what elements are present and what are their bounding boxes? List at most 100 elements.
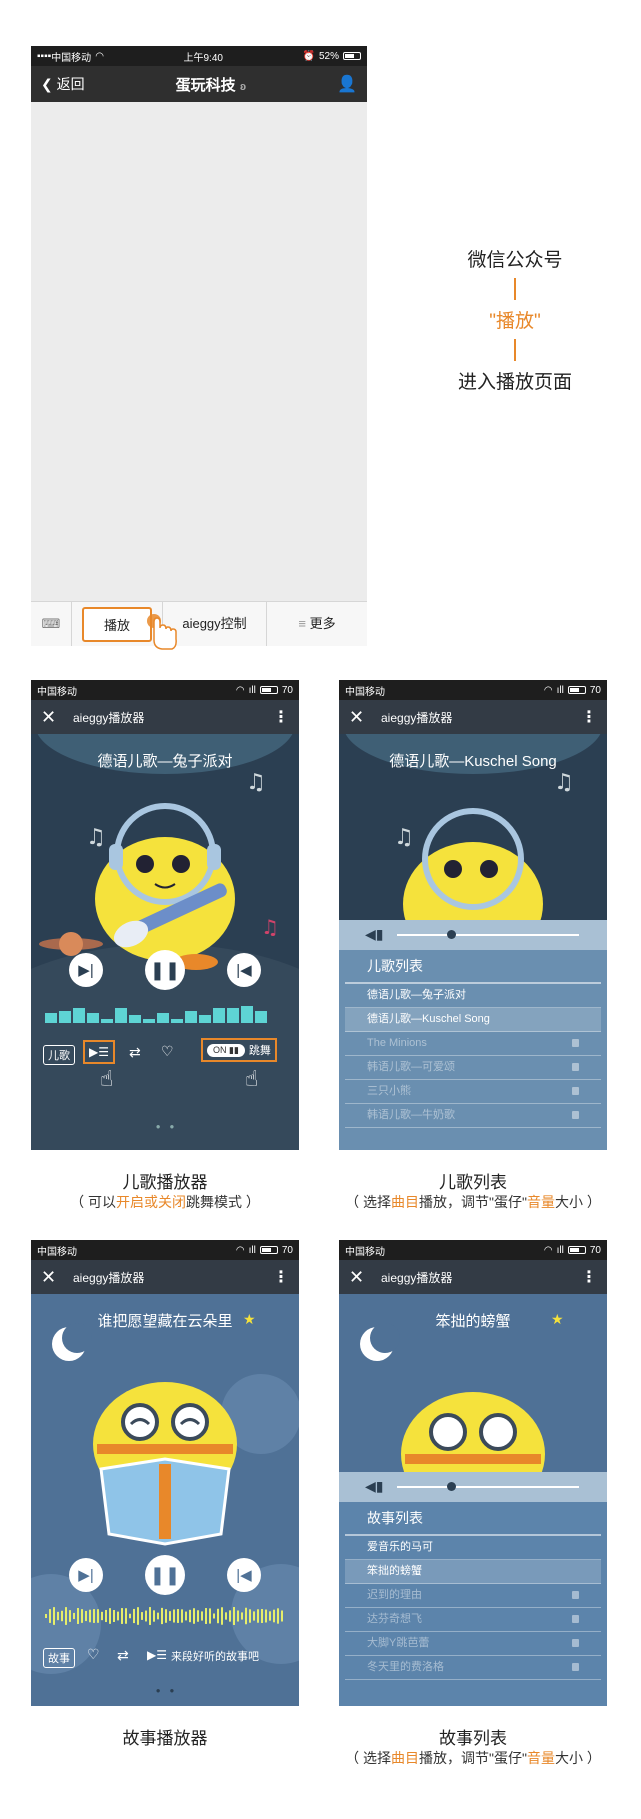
dance-toggle[interactable]: ON ▮▮ 跳舞 — [201, 1038, 277, 1062]
wave-bar — [217, 1608, 219, 1624]
repeat-icon[interactable]: ⇄ — [117, 1647, 129, 1664]
list-item[interactable]: The Minions — [345, 1032, 601, 1056]
tap-hand-icon: ☝ — [245, 1066, 259, 1091]
list-item-label: 迟到的理由 — [367, 1589, 422, 1601]
sub-part: （ 选择 — [345, 1750, 392, 1766]
song-title: 德语儿歌—兔子派对 — [97, 753, 233, 770]
wechat-screen: ▪▪▪▪ 中国移动 ◠ 上午9:40 ⏰ 52% ❮ 返回 蛋玩科技 ʚ 👤 ⌨… — [31, 46, 367, 646]
wave-bar — [73, 1612, 75, 1620]
volume-slider[interactable] — [447, 1482, 456, 1491]
close-icon[interactable]: ✕ — [41, 707, 65, 728]
carrier-label: 中国移动 — [37, 686, 77, 698]
status-bar: 中国移动 ◠ ıll 70 — [31, 1240, 299, 1260]
wave-bar — [281, 1610, 283, 1622]
alarm-icon: ⏰ — [302, 50, 315, 62]
sub-part: （ 选择 — [345, 1194, 392, 1210]
more-options-icon[interactable]: ⋮ — [581, 1267, 597, 1287]
playlist-button[interactable]: ▶☰ — [147, 1646, 167, 1664]
story-player-screen: 中国移动 ◠ ıll 70 ✕ aieggy播放器 ⋮ ★ 谁把愿望藏在云朵里 ▶|… — [31, 1240, 299, 1706]
list-item[interactable]: 爱音乐的马可 — [345, 1536, 601, 1560]
speaker-icon: ◀▮ — [365, 1478, 384, 1494]
mode-badge[interactable]: 故事 — [43, 1648, 75, 1668]
wave-bar — [125, 1608, 127, 1624]
list-item[interactable]: 韩语儿歌—牛奶歌 — [345, 1104, 601, 1128]
mode-badge[interactable]: 儿歌 — [43, 1045, 75, 1065]
wave-bar — [69, 1610, 71, 1622]
signal-icon: ıll — [556, 684, 564, 696]
wave-bar — [81, 1609, 83, 1623]
story-list: 故事列表 爱音乐的马可 笨拙的螃蟹 迟到的理由 达芬奇想飞 大脚Y跳芭蕾 冬天里的费洛格 — [339, 1502, 607, 1706]
volume-track[interactable] — [397, 1486, 579, 1488]
menu-more-button[interactable]: ≡ 更多 — [267, 602, 367, 646]
volume-bar[interactable]: ◀▮ — [339, 1472, 607, 1502]
wave-bar — [161, 1607, 163, 1625]
list-item[interactable]: 达芬奇想飞 — [345, 1608, 601, 1632]
list-item[interactable]: 三只小熊 — [345, 1080, 601, 1104]
song-title: 德语儿歌—Kuschel Song — [389, 753, 557, 770]
list-item[interactable]: 笨拙的螃蟹 — [345, 1560, 601, 1584]
list-item[interactable]: 迟到的理由 — [345, 1584, 601, 1608]
dance-label: 跳舞 — [248, 1045, 271, 1057]
annotation-entry: 微信公众号 "播放" 进入播放页面 — [430, 245, 600, 394]
svg-text:♫: ♫ — [86, 825, 106, 850]
kids-list-screen: 中国移动 ◠ ıll 70 ✕ aieggy播放器 ⋮ ♫ ♫ 德语儿歌—Kusch… — [339, 680, 607, 1150]
wave-bar — [149, 1607, 151, 1625]
list-item[interactable]: 德语儿歌—兔子派对 — [345, 984, 601, 1008]
account-title: 蛋玩科技 ʚ — [85, 74, 337, 95]
back-button[interactable]: ❮ 返回 — [41, 74, 85, 94]
wave-bar — [165, 1609, 167, 1623]
list-item[interactable]: 大脚Y跳芭蕾 — [345, 1632, 601, 1656]
volume-track[interactable] — [397, 934, 579, 936]
heart-icon[interactable]: ♡ — [87, 1646, 100, 1663]
list-item[interactable]: 韩语儿歌—可爱颂 — [345, 1056, 601, 1080]
volume-slider[interactable] — [447, 930, 456, 939]
profile-icon[interactable]: 👤 — [337, 74, 357, 94]
signal-icon: ıll — [248, 1244, 256, 1256]
lock-icon — [572, 1615, 579, 1623]
playlist-button[interactable]: ▶☰ — [83, 1040, 115, 1064]
kids-player-caption: 儿歌播放器 — [122, 1173, 208, 1192]
player-navbar: ✕ aieggy播放器 ⋮ — [339, 700, 607, 734]
heart-icon[interactable]: ♡ — [161, 1043, 174, 1060]
battery-percent: 52% — [318, 50, 339, 62]
pause-button[interactable]: ❚❚ — [145, 950, 185, 990]
next-track-button[interactable]: ▶| — [69, 953, 103, 987]
waveform — [45, 1604, 285, 1628]
volume-bar[interactable]: ◀▮ — [339, 920, 607, 950]
wave-bar — [197, 1610, 199, 1622]
wave-bar — [101, 1611, 103, 1621]
close-icon[interactable]: ✕ — [41, 1267, 65, 1288]
more-options-icon[interactable]: ⋮ — [581, 707, 597, 727]
battery-level: 70 — [281, 1244, 293, 1256]
wave-bar — [93, 1609, 95, 1623]
status-bar: 中国移动 ◠ ıll 70 — [339, 1240, 607, 1260]
wave-bar — [137, 1607, 139, 1625]
chat-area — [31, 102, 367, 602]
close-icon[interactable]: ✕ — [349, 707, 373, 728]
dance-switch[interactable]: ON ▮▮ — [207, 1043, 245, 1057]
status-time: 上午9:40 — [183, 52, 223, 64]
player-title: aieggy播放器 — [381, 710, 453, 725]
list-item[interactable]: 冬天里的费洛格 — [345, 1656, 601, 1680]
prev-track-button[interactable]: |◀ — [227, 953, 261, 987]
more-options-icon[interactable]: ⋮ — [273, 1267, 289, 1287]
close-icon[interactable]: ✕ — [349, 1267, 373, 1288]
more-options-icon[interactable]: ⋮ — [273, 707, 289, 727]
wave-bar — [201, 1611, 203, 1621]
keyboard-icon[interactable]: ⌨ — [31, 602, 72, 646]
repeat-icon[interactable]: ⇄ — [129, 1044, 141, 1061]
wave-bar — [117, 1611, 119, 1621]
wave-bar — [53, 1607, 55, 1625]
prev-track-button[interactable]: |◀ — [227, 1558, 261, 1592]
list-item-label: 三只小熊 — [367, 1085, 411, 1097]
lock-icon — [572, 1087, 579, 1095]
wave-bar — [269, 1611, 271, 1621]
pause-button[interactable]: ❚❚ — [145, 1555, 185, 1595]
player-navbar: ✕ aieggy播放器 ⋮ — [339, 1260, 607, 1294]
next-track-button[interactable]: ▶| — [69, 1558, 103, 1592]
list-item[interactable]: 德语儿歌—Kuschel Song — [345, 1008, 601, 1032]
status-bar: ▪▪▪▪ 中国移动 ◠ 上午9:40 ⏰ 52% — [31, 46, 367, 66]
list-item-label: 冬天里的费洛格 — [367, 1661, 444, 1673]
lock-icon — [572, 1663, 579, 1671]
annotation-connector — [514, 278, 516, 300]
